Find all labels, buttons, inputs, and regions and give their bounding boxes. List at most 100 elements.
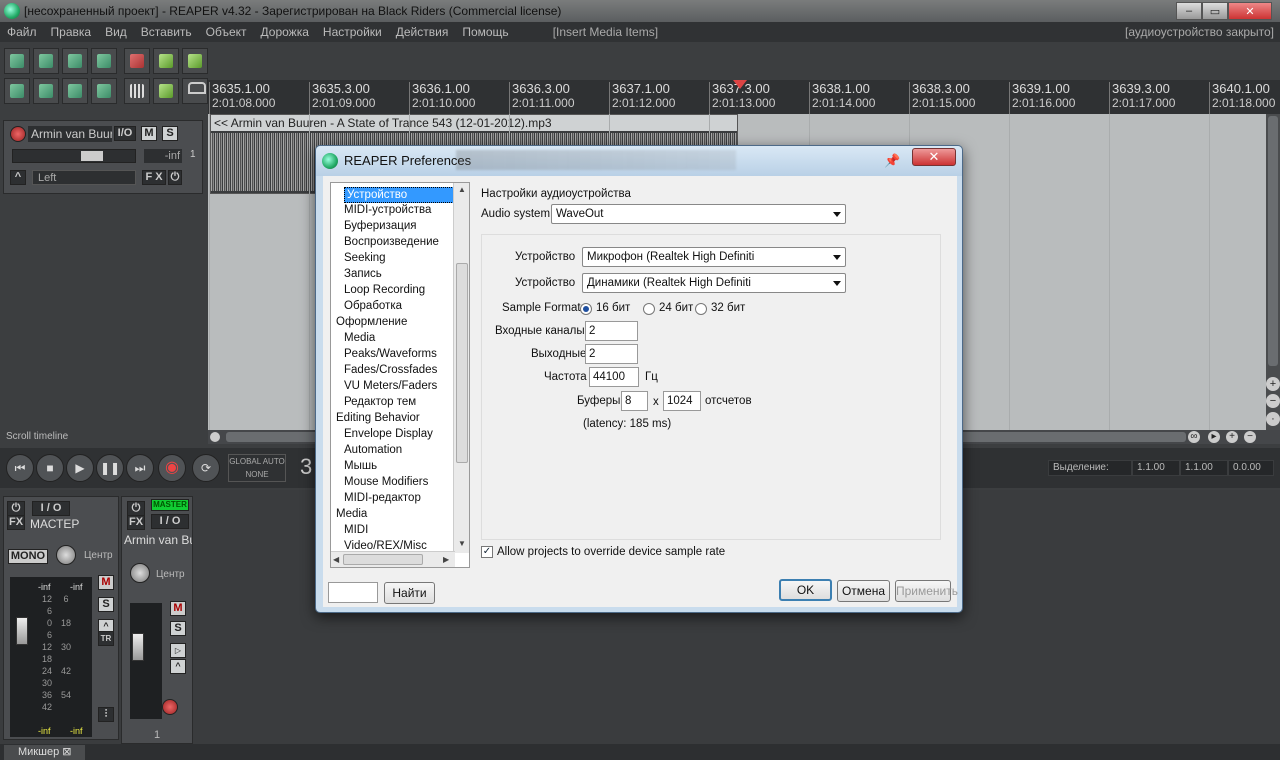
tree-item[interactable]: Воспроизведение — [344, 235, 439, 250]
master-fx-button[interactable]: FX — [7, 515, 25, 530]
find-button[interactable]: Найти — [384, 582, 435, 604]
undo-icon[interactable] — [124, 48, 150, 74]
new-project-icon[interactable] — [4, 48, 30, 74]
selection-length[interactable]: 0.0.00 — [1228, 460, 1274, 476]
tree-item[interactable]: MIDI-устройства — [344, 203, 431, 218]
mono-button[interactable]: MONO — [8, 549, 48, 564]
save-project-icon[interactable] — [62, 48, 88, 74]
track-strip-io-button[interactable]: I / O — [151, 514, 189, 529]
master-tr-button[interactable]: TR — [98, 631, 114, 646]
track-strip-name[interactable]: Armin van Bu — [124, 533, 192, 547]
snap-icon[interactable] — [153, 78, 179, 104]
metronome-icon[interactable] — [182, 48, 208, 74]
scrollbar-thumb[interactable] — [1268, 116, 1278, 366]
tree-item[interactable]: Запись — [344, 267, 382, 282]
preferences-tree[interactable]: Video/REX/Misc MIDI Media MIDI-редактор Mous… — [330, 182, 470, 568]
global-auto-button[interactable]: GLOBAL AUTO NONE — [228, 454, 286, 482]
project-settings-icon[interactable] — [91, 48, 117, 74]
close-button[interactable]: ✕ — [1228, 2, 1272, 20]
tree-item[interactable]: Устройство — [344, 187, 469, 203]
auto-crossfade-icon[interactable] — [33, 78, 59, 104]
track-fx-button[interactable]: F X — [142, 170, 166, 185]
track-io-button[interactable]: I/O — [114, 126, 136, 141]
apply-button[interactable]: Применить — [895, 580, 958, 602]
tree-horizontal-scrollbar[interactable]: ◀ ▶ — [331, 551, 455, 567]
tree-item[interactable]: Seeking — [344, 251, 386, 266]
close-tab-icon[interactable]: ⊠ — [62, 746, 71, 758]
ok-button[interactable]: OK — [779, 579, 832, 601]
track-pan-mode-dropdown[interactable]: Left — [32, 170, 136, 185]
scroll-down-icon[interactable]: ▼ — [458, 539, 466, 548]
tree-item[interactable]: Media — [336, 507, 367, 522]
selection-start[interactable]: 1.1.00 — [1132, 460, 1180, 476]
tree-item[interactable]: Loop Recording — [344, 283, 425, 298]
track-name-field[interactable]: Armin van Buure — [28, 126, 112, 142]
scroll-left-icon[interactable] — [210, 432, 220, 442]
menu-help[interactable]: Помощь — [455, 25, 515, 39]
audio-system-select[interactable]: WaveOut — [551, 204, 846, 224]
scroll-up-icon[interactable]: ▲ — [458, 185, 466, 194]
master-mute-button[interactable]: M — [98, 575, 114, 590]
go-to-start-icon[interactable]: ⏮ — [6, 454, 34, 482]
repeat-icon[interactable]: ⟳ — [192, 454, 220, 482]
track-solo-button[interactable]: S — [162, 126, 178, 141]
item-grouping-icon[interactable] — [62, 78, 88, 104]
buffers-size-field[interactable]: 1024 — [663, 391, 701, 411]
dialog-close-button[interactable]: ✕ — [912, 148, 956, 166]
redo-icon[interactable] — [153, 48, 179, 74]
track-strip-mute-button[interactable]: M — [170, 601, 186, 616]
zoom-in-vertical-icon[interactable]: + — [1266, 377, 1280, 391]
track-strip-power-icon[interactable]: ⏻ — [127, 501, 145, 516]
stop-icon[interactable]: ■ — [36, 454, 64, 482]
tree-item[interactable]: Обработка — [344, 299, 402, 314]
lock-icon[interactable] — [182, 78, 208, 104]
record-arm-icon[interactable] — [10, 126, 26, 142]
zoom-reset-icon[interactable]: · — [1266, 412, 1280, 426]
play-icon[interactable]: ▶ — [66, 454, 94, 482]
envelope-icon[interactable] — [91, 78, 117, 104]
tab-mixer[interactable]: Микшер ⊠ — [4, 745, 86, 760]
output-device-select[interactable]: Динамики (Realtek High Definiti — [582, 273, 846, 293]
tree-item[interactable]: Оформление — [336, 315, 407, 330]
menu-options[interactable]: Настройки — [316, 25, 389, 39]
scrollbar-thumb[interactable] — [343, 554, 423, 565]
menu-item[interactable]: Объект — [199, 25, 254, 39]
go-to-end-icon[interactable]: ⏭ — [126, 454, 154, 482]
tree-item[interactable]: VU Meters/Faders — [344, 379, 437, 394]
tree-item[interactable]: Mouse Modifiers — [344, 475, 428, 490]
track-strip-solo-button[interactable]: S — [170, 621, 186, 636]
menu-track[interactable]: Дорожка — [254, 25, 316, 39]
input-device-select[interactable]: Микрофон (Realtek High Definiti — [582, 247, 846, 267]
pause-icon[interactable]: ❚❚ — [96, 454, 124, 482]
zoom-out-vertical-icon[interactable]: − — [1266, 394, 1280, 408]
samplerate-field[interactable]: 44100 — [589, 367, 639, 387]
master-routing-icon[interactable]: ⫶ — [98, 707, 114, 722]
ripple-edit-icon[interactable] — [4, 78, 30, 104]
cancel-button[interactable]: Отмена — [837, 580, 890, 602]
menu-view[interactable]: Вид — [98, 25, 134, 39]
track-strip-volume-fader[interactable] — [132, 633, 144, 661]
master-power-icon[interactable]: ⏻ — [7, 501, 25, 516]
minimize-button[interactable]: ‒ — [1176, 2, 1202, 20]
track-strip-pan-knob[interactable] — [130, 563, 150, 583]
zoom-fit-icon[interactable]: ∞ — [1188, 431, 1200, 443]
track-mute-button[interactable]: M — [141, 126, 157, 141]
buffers-count-field[interactable]: 8 — [621, 391, 648, 411]
tree-item[interactable]: Envelope Display — [344, 427, 433, 442]
slider-knob[interactable] — [81, 151, 103, 161]
scrollbar-thumb[interactable] — [456, 263, 468, 463]
tree-item[interactable]: Редактор тем — [344, 395, 416, 410]
scroll-left-icon[interactable]: ◀ — [333, 555, 339, 564]
tree-item[interactable]: Мышь — [344, 459, 377, 474]
record-icon[interactable]: ◉ — [158, 454, 186, 482]
menu-insert[interactable]: Вставить — [134, 25, 199, 39]
maximize-button[interactable]: ▭ — [1202, 2, 1228, 20]
master-solo-button[interactable]: S — [98, 597, 114, 612]
tree-item[interactable]: MIDI-редактор — [344, 491, 421, 506]
timeline-ruler[interactable]: 3635.1.00 2:01:08.000 3635.3.00 2:01:09.000… — [208, 80, 1280, 114]
find-field[interactable] — [328, 582, 378, 603]
tree-item[interactable]: Peaks/Waveforms — [344, 347, 437, 362]
tree-item[interactable]: Fades/Crossfades — [344, 363, 437, 378]
master-send-button[interactable]: MASTER — [151, 499, 189, 511]
audio-device-status[interactable]: [аудиоустройство закрыто] — [1118, 25, 1280, 39]
